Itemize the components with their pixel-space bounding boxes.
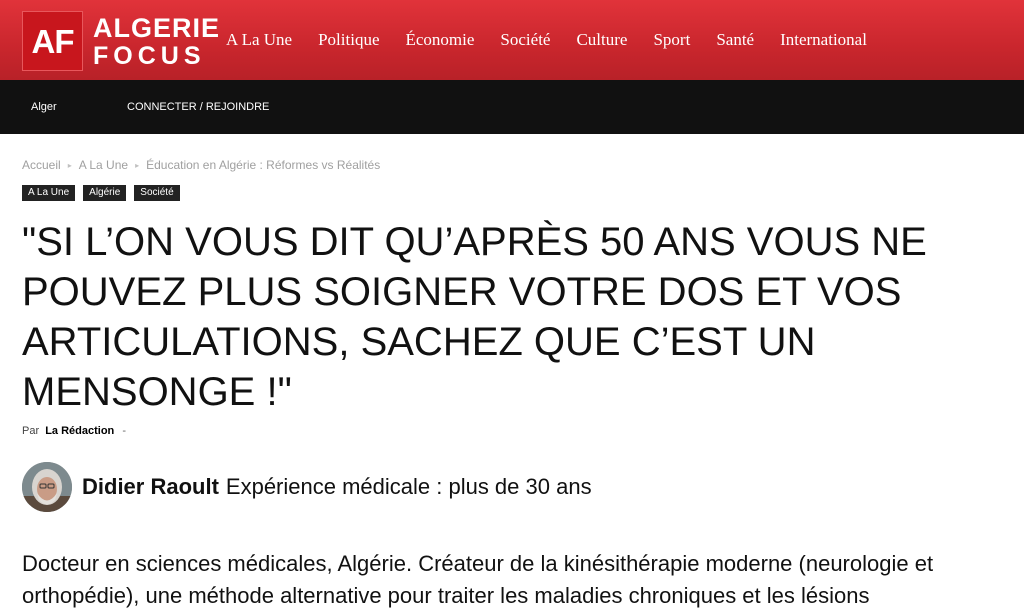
expert-role: Expérience médicale : plus de 30 ans [225, 474, 592, 499]
chevron-right-icon: ▸ [67, 160, 72, 170]
site-logo[interactable]: AF ALGERIE FOCUS [22, 11, 219, 71]
chevron-right-icon: ▸ [135, 160, 140, 170]
tag-algerie[interactable]: Algérie [83, 185, 127, 201]
byline: Par La Rédaction - [22, 425, 126, 437]
nav-item-international[interactable]: International [767, 30, 880, 50]
nav-item-sante[interactable]: Santé [703, 30, 767, 50]
nav-item-societe[interactable]: Société [487, 30, 563, 50]
person-portrait-icon [22, 462, 72, 512]
city-label: Alger [31, 101, 57, 113]
breadcrumb: Accueil ▸ A La Une ▸ Éducation en Algéri… [22, 158, 380, 172]
article-title: "SI L’ON VOUS DIT QU’APRÈS 50 ANS VOUS N… [22, 220, 927, 414]
logo-word-algerie: ALGERIE [93, 13, 221, 43]
tag-a-la-une[interactable]: A La Une [22, 185, 76, 201]
connect-join-link[interactable]: CONNECTER / REJOINDRE [127, 80, 269, 134]
logo-badge: AF [22, 11, 83, 71]
nav-item-politique[interactable]: Politique [305, 30, 392, 50]
tag-societe[interactable]: Société [134, 185, 180, 201]
breadcrumb-home[interactable]: Accueil [22, 158, 61, 172]
expert-name: Didier Raoult [82, 474, 219, 499]
author-link[interactable]: La Rédaction [45, 425, 114, 437]
logo-word-focus: FOCUS [93, 42, 206, 70]
byline-separator: - [122, 425, 126, 437]
nav-item-culture[interactable]: Culture [563, 30, 640, 50]
expert-block: Didier Raoult Expérience médicale : plus… [22, 462, 592, 512]
top-header: AF ALGERIE FOCUS A La Une Politique Écon… [0, 0, 1024, 80]
breadcrumb-current: Éducation en Algérie : Réformes vs Réali… [146, 158, 381, 172]
nav-item-economie[interactable]: Économie [393, 30, 488, 50]
byline-prefix: Par [22, 425, 40, 437]
main-nav: A La Une Politique Économie Société Cult… [213, 0, 880, 80]
breadcrumb-a-la-une[interactable]: A La Une [79, 158, 128, 172]
category-tags: A La Une Algérie Société [22, 185, 180, 201]
article-body-paragraph: Docteur en sciences médicales, Algérie. … [22, 551, 934, 608]
nav-item-a-la-une[interactable]: A La Une [213, 30, 305, 50]
nav-item-sport[interactable]: Sport [640, 30, 703, 50]
sub-header-bar: Alger CONNECTER / REJOINDRE [0, 80, 1024, 134]
